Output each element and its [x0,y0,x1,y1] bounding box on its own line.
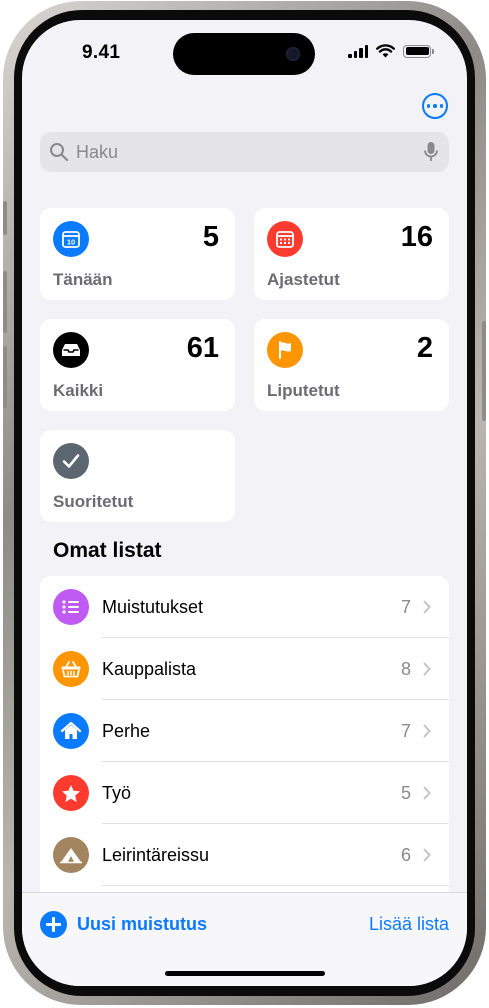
calendar-scheduled-icon [267,221,303,257]
add-list-button[interactable]: Lisää lista [369,914,449,935]
flagged-count: 2 [416,332,433,364]
list-item-label: Työ [102,783,132,803]
list-item-count: 6 [400,845,411,865]
battery-icon [403,44,434,58]
front-camera [286,47,300,61]
my-lists: Muistutukset 7 Kauppalista 8 Perhe 7 Työ… [40,576,449,916]
screen: 9.41 Haku 10 5 Tänään 16 Ajastetut 61 Ka… [22,20,467,986]
list-item-count: 8 [400,659,411,679]
volume-up-button [3,271,7,333]
chevron-right-icon [423,848,431,862]
power-button [482,321,486,421]
chevron-right-icon [423,786,431,800]
list-item-label: Leirintäreissu [102,845,210,865]
all-count: 61 [186,332,219,364]
list-item-leirintareissu[interactable]: Leirintäreissu 6 [40,824,449,886]
search-field[interactable]: Haku [40,132,449,172]
list-item-tyo[interactable]: Työ 5 [40,762,449,824]
status-icons [348,44,434,58]
today-label: Tänään [53,270,113,289]
house-icon [53,713,89,749]
more-options-button[interactable] [422,93,448,119]
my-lists-title: Omat listat [53,539,162,562]
wifi-icon [376,44,395,58]
list-item-muistutukset[interactable]: Muistutukset 7 [40,576,449,638]
completed-label: Suoritetut [53,492,134,511]
status-time: 9.41 [82,42,121,63]
new-reminder-label: Uusi muistutus [77,914,208,934]
list-item-count: 7 [400,721,411,741]
smart-list-completed[interactable]: Suoritetut [40,430,235,522]
dynamic-island [173,33,315,75]
all-label: Kaikki [53,381,104,400]
home-indicator[interactable] [165,971,325,976]
chevron-right-icon [423,662,431,676]
chevron-right-icon [423,724,431,738]
smart-list-scheduled[interactable]: 16 Ajastetut [254,208,449,300]
tent-icon [53,837,89,873]
list-bullet-icon [53,589,89,625]
smart-list-flagged[interactable]: 2 Liputetut [254,319,449,411]
plus-circle-icon [40,911,67,938]
cellular-signal-icon [348,44,368,58]
list-item-kauppalista[interactable]: Kauppalista 8 [40,638,449,700]
checkmark-icon [53,443,89,479]
basket-icon [53,651,89,687]
chevron-right-icon [423,600,431,614]
scheduled-count: 16 [400,221,433,253]
today-count: 5 [202,221,219,253]
scheduled-label: Ajastetut [267,270,340,289]
search-icon [50,143,69,162]
tray-icon [53,332,89,368]
calendar-today-icon: 10 [53,221,89,257]
ellipsis-icon [426,104,431,108]
bottom-toolbar: Uusi muistutus Lisää lista [22,892,467,986]
list-item-label: Perhe [102,721,151,741]
volume-down-button [3,346,7,408]
smart-list-all[interactable]: 61 Kaikki [40,319,235,411]
calendar-day-number: 10 [67,238,75,247]
smart-list-today[interactable]: 10 5 Tänään [40,208,235,300]
list-item-count: 7 [400,597,411,617]
list-item-label: Muistutukset [102,597,204,617]
search-placeholder: Haku [76,142,119,162]
list-item-perhe[interactable]: Perhe 7 [40,700,449,762]
action-button [3,201,7,235]
flagged-label: Liputetut [267,381,340,400]
list-item-label: Kauppalista [102,659,197,679]
star-icon [53,775,89,811]
new-reminder-button[interactable]: Uusi muistutus [40,911,207,938]
list-item-count: 5 [400,783,411,803]
microphone-icon[interactable] [424,141,438,163]
flag-icon [267,332,303,368]
